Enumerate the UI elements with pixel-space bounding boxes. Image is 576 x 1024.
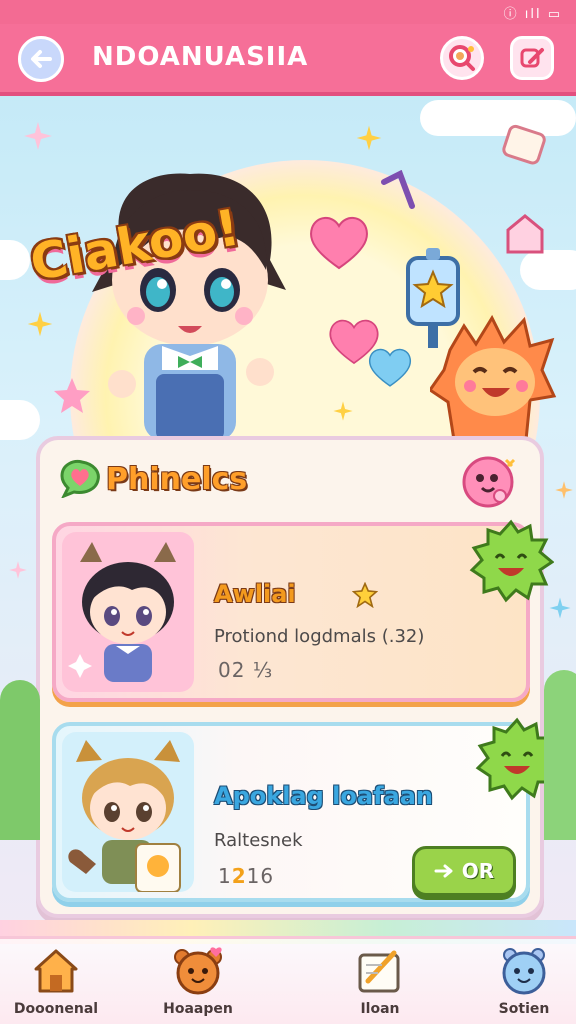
hero-banner: Ciakoo! xyxy=(0,100,576,440)
gift-icon xyxy=(502,124,546,165)
sparkle-icon xyxy=(549,597,571,619)
nav-label: Dooonenal xyxy=(13,1001,99,1017)
count-suffix: 16 xyxy=(246,864,275,888)
nav-item-friends[interactable]: Hoaapen xyxy=(148,941,248,1024)
bear-icon xyxy=(174,947,222,995)
pencil-icon xyxy=(520,48,544,68)
app-header: NDOANUASIIA xyxy=(0,24,576,96)
girl-character xyxy=(68,542,176,682)
count-prefix: 1 xyxy=(218,864,232,888)
content-panel: Phinelcs Awliai Protiond logdmals (.32) … xyxy=(36,436,560,918)
sparkle-icon xyxy=(333,401,353,421)
nav-label: Sotien xyxy=(498,1001,550,1017)
nav-item-settings[interactable]: Sotien xyxy=(474,941,574,1024)
star-icon xyxy=(352,582,378,608)
status-indicators: ⓘ ıll ▭ xyxy=(503,7,562,22)
cloud xyxy=(0,240,30,280)
sparkle-icon xyxy=(555,481,573,499)
bottom-nav: Dooonenal Hoaapen Iloan Sotien xyxy=(0,936,576,1024)
cloud xyxy=(0,400,40,440)
chat-heart-icon xyxy=(60,460,100,498)
fox-girl-character xyxy=(68,740,181,893)
page-title: NDOANUASIIA xyxy=(92,42,309,72)
status-bar: ⓘ ıll ▭ xyxy=(0,0,576,24)
cloud xyxy=(420,100,576,136)
character-thumbnail xyxy=(62,532,194,692)
boy-character xyxy=(92,173,286,440)
search-icon xyxy=(449,45,475,71)
go-button-label: OR xyxy=(461,859,495,883)
list-item[interactable]: Apoklag loafaan Raltesnek 1216 OR xyxy=(52,717,560,902)
pink-blob-icon[interactable] xyxy=(460,454,520,510)
arrow-right-icon xyxy=(434,864,453,878)
nav-item-notes[interactable]: Iloan xyxy=(330,941,430,1024)
character-thumbnail xyxy=(62,732,194,893)
nav-item-home[interactable]: Dooonenal xyxy=(6,941,106,1024)
tree xyxy=(0,680,40,840)
card-subtitle: Raltesnek xyxy=(214,830,303,851)
card-title: Apoklag loafaan xyxy=(214,782,433,810)
house-icon xyxy=(34,949,78,993)
edit-button[interactable] xyxy=(510,36,554,80)
house-icon xyxy=(506,214,544,254)
sparkle-icon xyxy=(356,125,382,151)
count-highlight: 2 xyxy=(231,864,247,888)
card-subtitle: Protiond logdmals (.32) xyxy=(214,626,425,647)
search-button[interactable] xyxy=(440,36,484,80)
tree xyxy=(544,670,576,840)
card-title: Awliai xyxy=(214,580,296,608)
nav-label: Iloan xyxy=(360,1001,400,1017)
sparkle-icon xyxy=(24,122,52,150)
arrow-left-icon xyxy=(31,50,52,68)
heart-icon xyxy=(310,217,368,270)
green-monster-icon xyxy=(469,519,554,603)
sparkle-icon xyxy=(27,311,53,337)
mascot-character xyxy=(430,314,557,440)
list-item[interactable]: Awliai Protiond logdmals (.32) 02 ⅓ xyxy=(52,519,554,702)
go-button[interactable]: OR xyxy=(412,846,516,896)
panel-title: Phinelcs xyxy=(106,462,248,497)
heart-icon xyxy=(368,348,412,387)
check-icon xyxy=(381,170,415,209)
sparkle-icon xyxy=(9,561,27,579)
back-button[interactable] xyxy=(18,36,64,82)
notepad-icon xyxy=(358,950,400,993)
card-count: 1216 xyxy=(218,864,274,888)
nav-label: Hoaapen xyxy=(163,1001,233,1017)
cat-face-icon xyxy=(502,948,546,995)
card-count: 02 ⅓ xyxy=(218,658,274,682)
